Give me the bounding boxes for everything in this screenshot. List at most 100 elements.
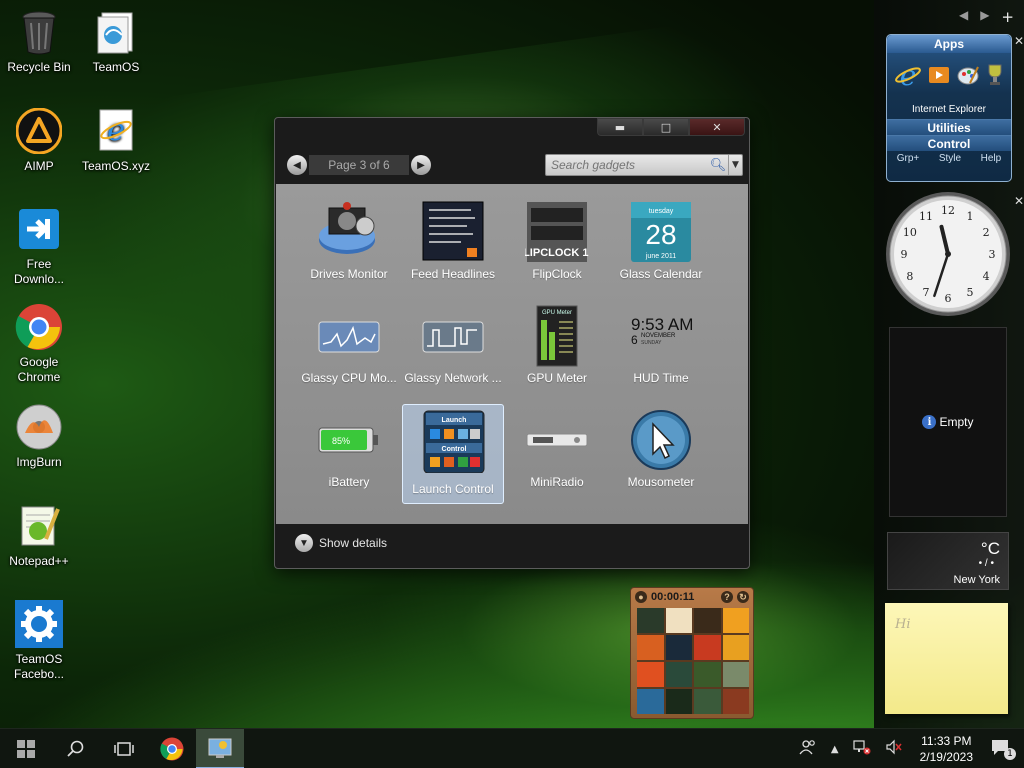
people-icon[interactable] [792, 739, 824, 759]
analog-clock-gadget[interactable]: 12 12 3 45 6 78 9 1011 [884, 190, 1012, 318]
page-indicator: Page 3 of 6 [309, 155, 409, 175]
group-add-link[interactable]: Grp+ [897, 151, 920, 167]
gadget-tile-feed-headlines[interactable]: Feed Headlines [402, 190, 504, 290]
desktop-icon-imgburn[interactable]: ImgBurn [0, 403, 78, 470]
puzzle-tile[interactable] [665, 635, 692, 660]
minimize-button[interactable]: ▬ [597, 118, 643, 136]
task-view-button[interactable] [100, 729, 148, 768]
shuffle-icon[interactable]: ↻ [737, 591, 749, 603]
internet-explorer-icon[interactable]: e [894, 61, 922, 89]
desktop-icon-teamos-xyz[interactable]: e TeamOS.xyz [77, 107, 155, 174]
desktop-icon-chrome[interactable]: Google Chrome [0, 303, 78, 385]
gadget-name: iBattery [328, 475, 370, 489]
desktop-icon-label: Google Chrome [17, 355, 61, 384]
sticky-note-text[interactable]: Hi [895, 617, 911, 632]
control-group-header[interactable]: Control [887, 135, 1011, 151]
desktop-icon-teamos[interactable]: TeamOS [77, 8, 155, 75]
puzzle-tile[interactable] [637, 689, 664, 714]
empty-gadget-slot[interactable]: i Empty [889, 327, 1007, 517]
puzzle-tile[interactable] [694, 662, 721, 687]
clock-numeral: 9 [901, 248, 908, 261]
media-player-icon[interactable] [928, 64, 950, 86]
close-button[interactable]: ✕ [689, 118, 745, 136]
apps-group-header[interactable]: Apps [887, 35, 1011, 53]
trophy-icon[interactable] [986, 63, 1004, 87]
notification-center-button[interactable]: 1 [983, 738, 1024, 760]
launch-control-icon: Launch Control [423, 410, 485, 473]
gadget-name: Launch Control [412, 482, 494, 496]
help-link[interactable]: Help [981, 151, 1002, 167]
puzzle-tile[interactable] [722, 689, 749, 714]
gadget-tile-flipclock[interactable]: FLIPCLOCK 1.0 FlipClock [506, 190, 608, 290]
style-link[interactable]: Style [939, 151, 961, 167]
gadget-tile-drives-monitor[interactable]: Drives Monitor [298, 190, 400, 290]
gadget-grid: Drives Monitor Feed Headlines FLIPCLOCK … [276, 184, 748, 524]
puzzle-header: ● 00:00:11 ? ↻ [631, 588, 753, 606]
gadget-tile-glassy-cpu-monitor[interactable]: Glassy CPU Mo... [298, 294, 400, 394]
weather-range: • / • [978, 558, 994, 569]
puzzle-tile[interactable] [722, 662, 749, 687]
puzzle-tile[interactable] [722, 608, 749, 633]
desktop-icon-notepadpp[interactable]: Notepad++ [0, 502, 78, 569]
desktop-icon-recycle-bin[interactable]: Recycle Bin [0, 8, 78, 75]
puzzle-tile[interactable] [694, 689, 721, 714]
desktop-icon-aimp[interactable]: AIMP [0, 107, 78, 174]
sticky-note-gadget[interactable]: Hi [885, 603, 1008, 714]
settings-gear-icon [15, 600, 63, 648]
gadget-tile-mousometer[interactable]: Mousometer [610, 398, 712, 498]
network-icon[interactable] [846, 739, 878, 759]
puzzle-tile[interactable] [722, 635, 749, 660]
svg-text:85%: 85% [332, 436, 350, 446]
show-details-label: Show details [319, 536, 388, 550]
maximize-button[interactable]: □ [643, 118, 689, 136]
page-navigator: ◀ Page 3 of 6 ▶ [287, 155, 431, 175]
puzzle-tile[interactable] [637, 662, 664, 687]
taskbar-clock[interactable]: 11:33 PM 2/19/2023 [910, 733, 983, 765]
window-controls: ▬ □ ✕ [597, 118, 745, 136]
apps-icon-row: e [887, 53, 1011, 97]
start-button[interactable] [0, 729, 52, 768]
gadget-tile-ibattery[interactable]: 85% iBattery [298, 398, 400, 498]
desktop-icon-teamos-facebook[interactable]: TeamOS Facebo... [0, 600, 78, 682]
puzzle-tile[interactable] [665, 662, 692, 687]
volume-muted-icon[interactable] [878, 739, 910, 759]
gadget-name: Mousometer [627, 475, 695, 489]
gadget-tile-gpu-meter[interactable]: GPU Meter GPU Meter [506, 294, 608, 394]
puzzle-tile[interactable] [637, 635, 664, 660]
gadget-close-icon[interactable]: ✕ [1014, 34, 1024, 48]
puzzle-tile[interactable] [665, 689, 692, 714]
search-icon[interactable]: 🔍︎ [708, 158, 728, 173]
search-input[interactable] [546, 158, 708, 172]
chevron-down-icon: ▼ [295, 534, 313, 552]
add-gadget-icon[interactable]: + [1001, 8, 1014, 26]
puzzle-tile[interactable] [694, 608, 721, 633]
taskbar-gadgets[interactable] [196, 728, 244, 768]
next-page-button[interactable]: ▶ [411, 155, 431, 175]
gadget-tile-glass-calendar[interactable]: 28 tuesday june 2011 Glass Calendar [610, 190, 712, 290]
search-taskbar-button[interactable] [52, 729, 100, 768]
puzzle-tile[interactable] [694, 635, 721, 660]
help-icon[interactable]: ? [721, 591, 733, 603]
weather-gadget[interactable]: °C • / • New York [887, 532, 1009, 590]
show-hidden-icons-icon[interactable]: ▲ [824, 744, 846, 755]
gadget-tile-glassy-network[interactable]: Glassy Network ... [402, 294, 504, 394]
previous-page-button[interactable]: ◀ [287, 155, 307, 175]
desktop-icon-label: Notepad++ [9, 554, 69, 568]
chevron-right-icon[interactable]: ▶ [980, 8, 989, 26]
svg-text:june 2011: june 2011 [645, 253, 676, 260]
paint-icon[interactable] [956, 63, 980, 87]
puzzle-gadget[interactable]: ● 00:00:11 ? ↻ [630, 587, 754, 719]
puzzle-tile[interactable] [665, 608, 692, 633]
gadget-tile-hud-time[interactable]: 9:53 AM 6 NOVEMBER SUNDAY HUD Time [610, 294, 712, 394]
desktop-icon-free-download[interactable]: Free Downlo... [0, 205, 78, 287]
gadget-close-icon[interactable]: ✕ [1014, 194, 1024, 208]
gadget-tile-launch-control[interactable]: Launch Control Launch Control [402, 404, 504, 504]
search-dropdown-button[interactable]: ▼ [728, 155, 742, 175]
gadget-tile-miniradio[interactable]: MiniRadio [506, 398, 608, 498]
chevron-left-icon[interactable]: ◀ [959, 8, 968, 26]
gadget-name: GPU Meter [526, 371, 587, 385]
utilities-group-header[interactable]: Utilities [887, 119, 1011, 135]
show-details-toggle[interactable]: ▼ Show details [295, 534, 387, 552]
puzzle-tile[interactable] [637, 608, 664, 633]
taskbar-chrome[interactable] [148, 729, 196, 768]
